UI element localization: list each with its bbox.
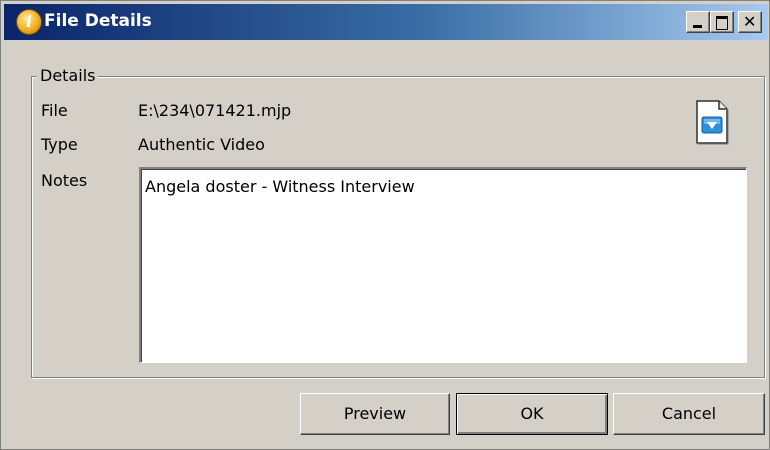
maximize-icon — [716, 16, 728, 30]
close-button[interactable]: ✕ — [738, 11, 762, 33]
file-details-dialog: i File Details ✕ Details File E:\234\071… — [0, 0, 770, 450]
file-label: File — [41, 101, 68, 120]
file-path-value: E:\234\071421.mjp — [138, 101, 292, 120]
preview-button[interactable]: Preview — [300, 393, 450, 435]
notes-label: Notes — [41, 171, 88, 190]
type-label: Type — [41, 135, 78, 154]
notes-textarea[interactable]: Angela doster - Witness Interview — [139, 167, 747, 363]
minimize-button[interactable] — [686, 11, 710, 33]
maximize-button[interactable] — [710, 11, 734, 33]
minimize-icon — [693, 25, 702, 28]
video-file-icon — [695, 97, 729, 147]
close-icon: ✕ — [743, 12, 757, 31]
info-icon: i — [16, 9, 42, 35]
type-value: Authentic Video — [138, 135, 265, 154]
window-title: File Details — [44, 11, 152, 31]
title-bar[interactable]: i File Details ✕ — [4, 4, 768, 40]
ok-button[interactable]: OK — [456, 393, 608, 435]
cancel-button[interactable]: Cancel — [613, 393, 765, 435]
details-group-label: Details — [37, 66, 99, 85]
